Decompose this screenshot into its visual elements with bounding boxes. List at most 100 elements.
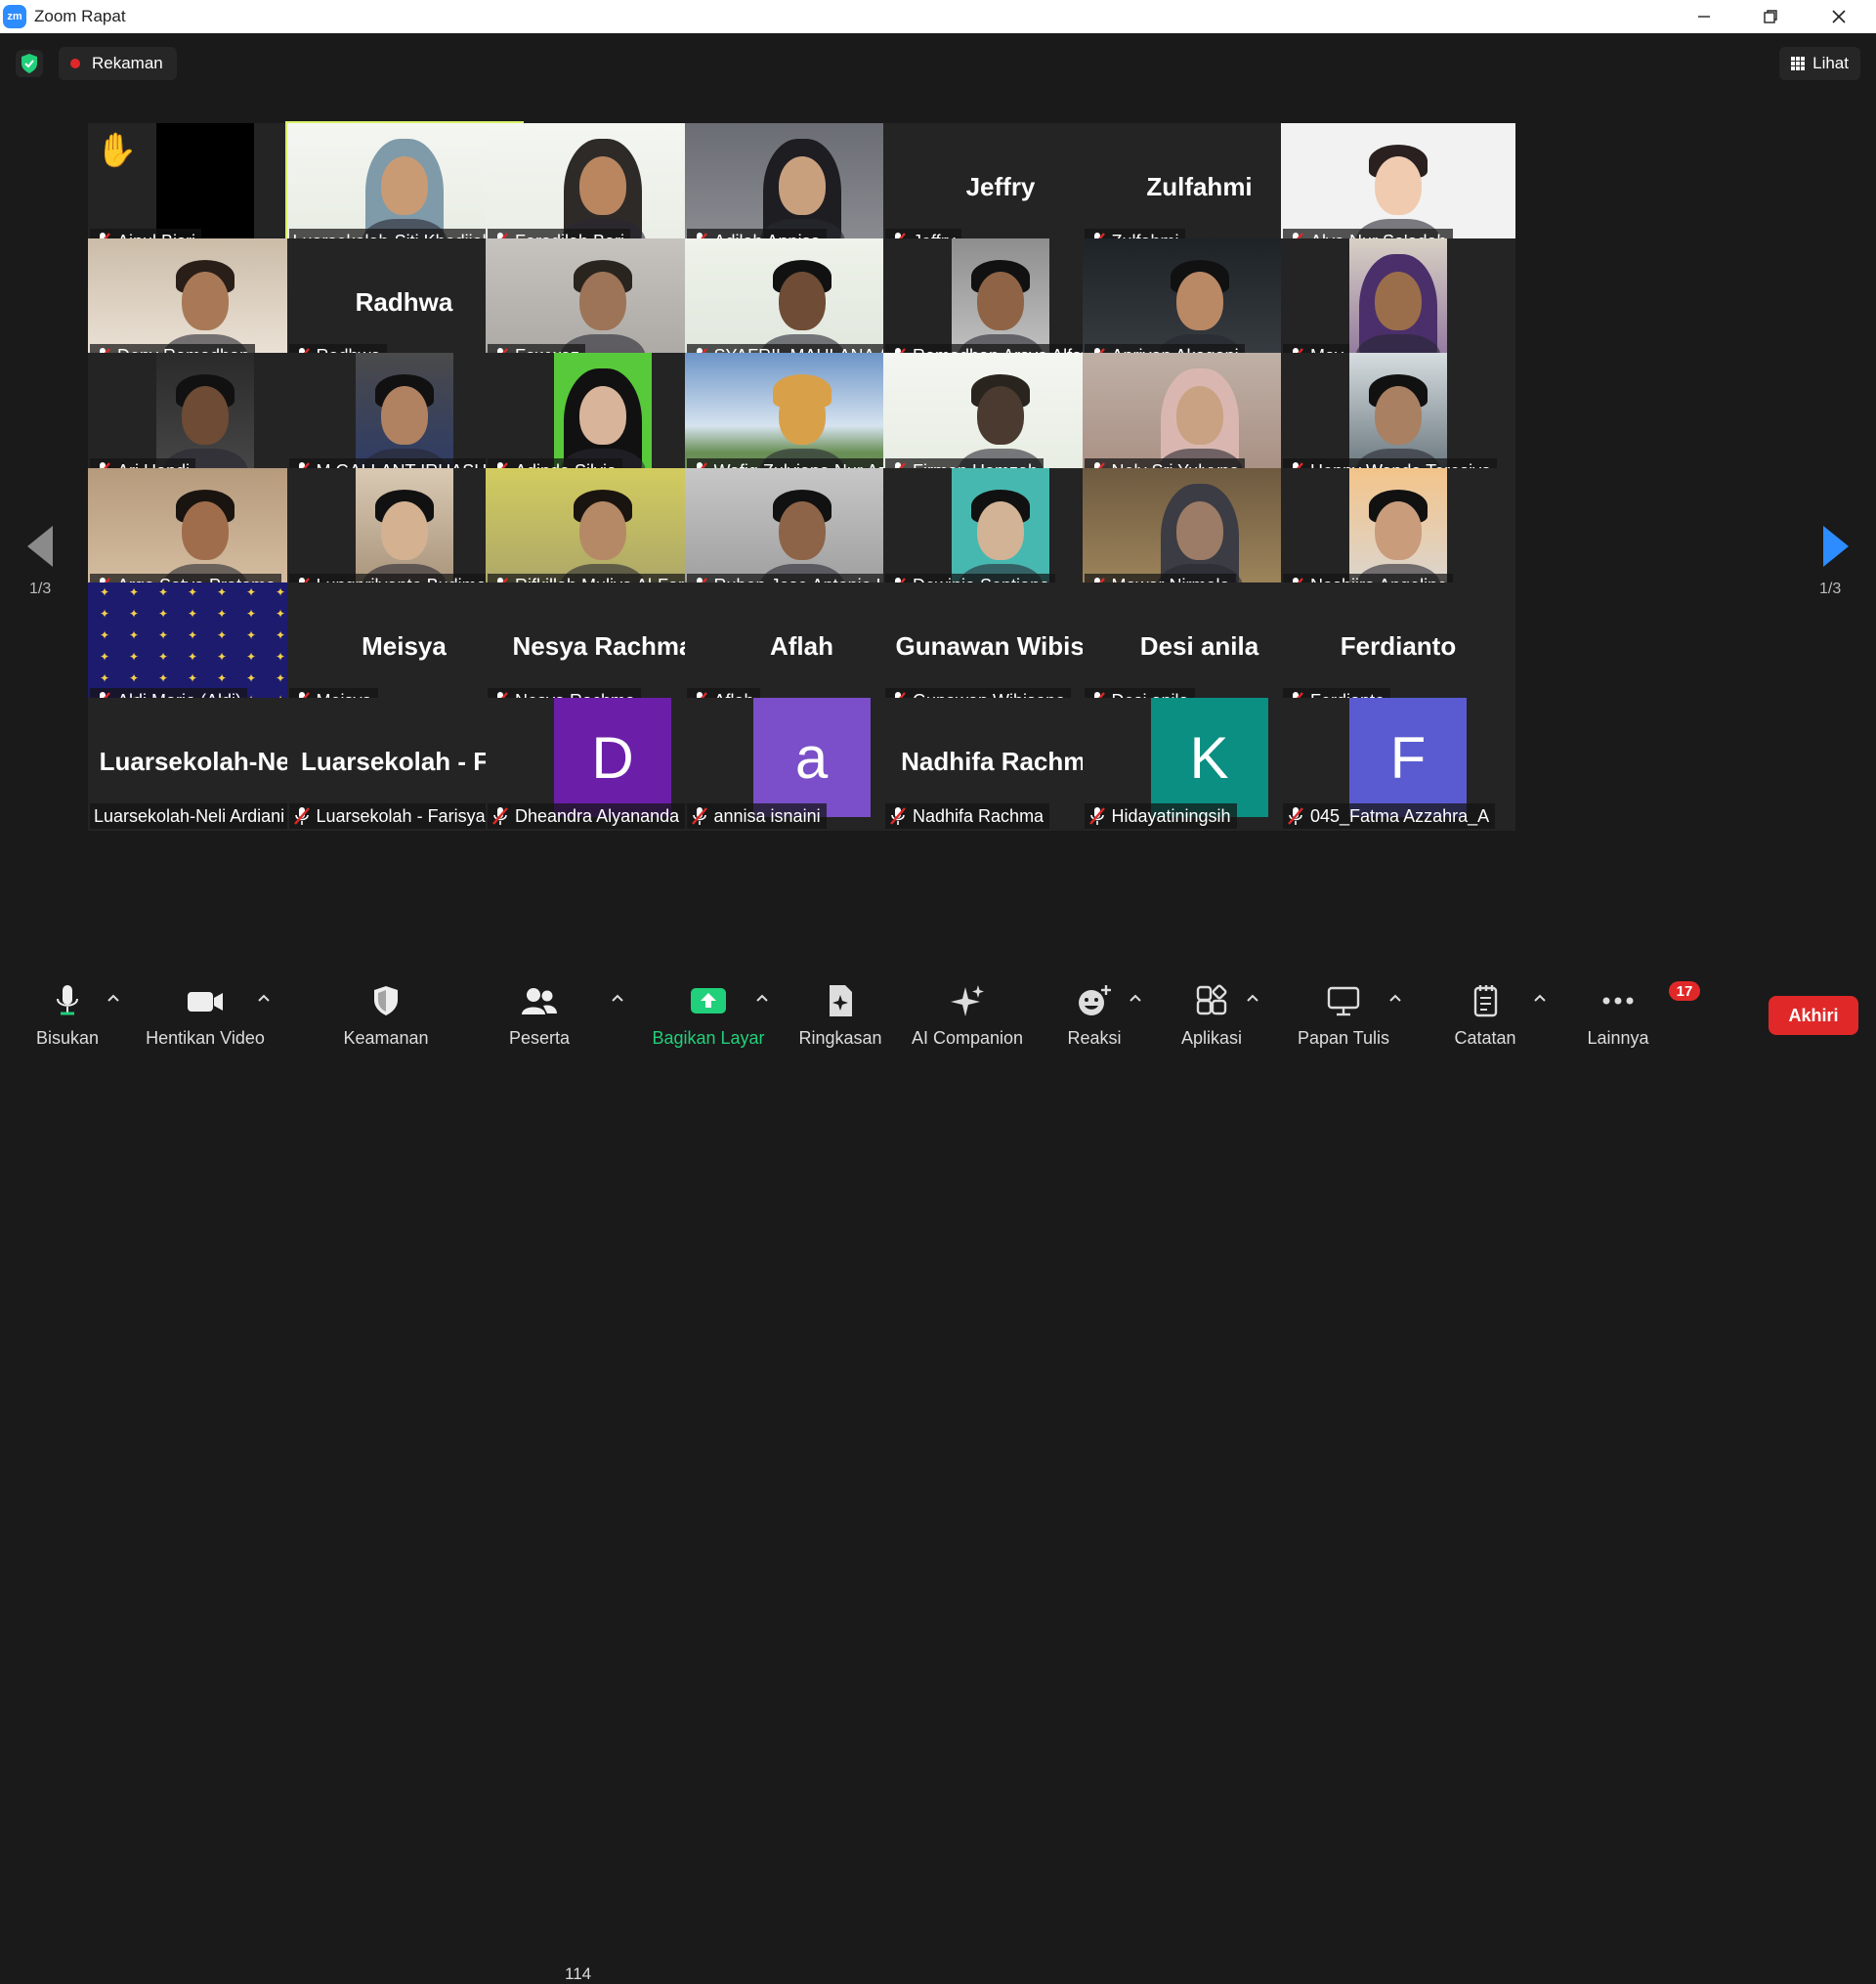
- svg-text:✦: ✦: [129, 607, 139, 621]
- page-indicator-left: 1/3: [29, 581, 52, 597]
- notes-label: Catatan: [1454, 1028, 1516, 1048]
- summary-button[interactable]: Ringkasan: [791, 981, 889, 1052]
- apps-button[interactable]: Aplikasi: [1172, 981, 1251, 1052]
- notes-button[interactable]: Catatan: [1446, 981, 1524, 1052]
- svg-text:✦: ✦: [217, 671, 227, 685]
- minimize-button[interactable]: [1675, 0, 1733, 33]
- whiteboard-button[interactable]: Papan Tulis: [1290, 981, 1397, 1052]
- apps-label: Aplikasi: [1180, 1028, 1243, 1048]
- microphone-icon: [46, 981, 89, 1020]
- stop-video-label: Hentikan Video: [146, 1028, 265, 1048]
- muted-microphone-icon: [1287, 806, 1304, 826]
- next-page-icon[interactable]: [1815, 522, 1855, 571]
- participant-name: annisa isnaini: [713, 805, 821, 826]
- svg-text:✦: ✦: [129, 650, 139, 664]
- end-meeting-button[interactable]: Akhiri: [1769, 996, 1858, 1035]
- participant-tile[interactable]: F 045_Fatma Azzahra_A: [1281, 698, 1515, 831]
- svg-text:✦: ✦: [188, 671, 197, 685]
- chevron-up-icon[interactable]: [106, 991, 121, 1005]
- close-icon: [1832, 10, 1846, 23]
- svg-text:✦: ✦: [158, 585, 168, 599]
- participant-tile[interactable]: May: [1281, 237, 1515, 371]
- participant-tile[interactable]: Nashiira Angeline: [1281, 467, 1515, 601]
- svg-text:✦: ✦: [158, 607, 168, 621]
- participant-avatar: D: [554, 698, 671, 817]
- window-title-bar: zm Zoom Rapat: [0, 0, 1876, 33]
- participant-tile[interactable]: FerdiantoFerdianto: [1281, 582, 1515, 716]
- svg-text:✦: ✦: [188, 628, 197, 642]
- svg-text:✦: ✦: [246, 671, 256, 685]
- whiteboard-icon: [1322, 981, 1365, 1020]
- restore-button[interactable]: [1741, 0, 1800, 33]
- participant-name-label: Nadhifa Rachma: [885, 803, 1050, 829]
- chevron-up-icon[interactable]: [754, 991, 770, 1005]
- ai-sparkle-icon: [946, 981, 989, 1020]
- recording-dot-icon: [70, 59, 80, 68]
- close-button[interactable]: [1810, 0, 1868, 33]
- svg-text:✦: ✦: [188, 607, 197, 621]
- chevron-up-icon[interactable]: [1532, 991, 1548, 1005]
- view-button[interactable]: Lihat: [1779, 47, 1860, 80]
- previous-page-icon[interactable]: [21, 522, 61, 571]
- participant-tile[interactable]: Henny Wanda Teresiya: [1281, 353, 1515, 487]
- svg-text:✦: ✦: [217, 585, 227, 599]
- summary-document-icon: [819, 981, 862, 1020]
- svg-text:✦: ✦: [276, 650, 285, 664]
- more-button[interactable]: Lainnya: [1579, 981, 1657, 1052]
- participants-count: 114: [565, 1964, 592, 1983]
- mute-button[interactable]: Bisukan: [25, 981, 109, 1052]
- participants-button[interactable]: Peserta: [500, 981, 578, 1052]
- participant-tile[interactable]: Alya Nur Sa'adah: [1281, 123, 1515, 256]
- muted-microphone-icon: [1088, 806, 1106, 826]
- recording-indicator[interactable]: Rekaman: [59, 47, 177, 80]
- share-screen-icon: [687, 981, 730, 1020]
- svg-text:✦: ✦: [246, 585, 256, 599]
- svg-text:✦: ✦: [217, 650, 227, 664]
- participant-name: Luarsekolah-Neli Ardiani: [94, 805, 285, 826]
- recording-label: Rekaman: [92, 54, 163, 72]
- reactions-label: Reaksi: [1067, 1028, 1122, 1048]
- participant-avatar: K: [1150, 698, 1268, 817]
- whiteboard-label: Papan Tulis: [1297, 1028, 1390, 1048]
- restore-icon: [1764, 10, 1777, 23]
- chevron-up-icon[interactable]: [1245, 991, 1260, 1005]
- svg-text:✦: ✦: [217, 607, 227, 621]
- security-shield-icon: [364, 981, 407, 1020]
- page-indicator-right: 1/3: [1819, 581, 1842, 597]
- svg-text:✦: ✦: [100, 628, 109, 642]
- view-label: Lihat: [1812, 54, 1849, 72]
- svg-text:✦: ✦: [129, 628, 139, 642]
- stop-video-button[interactable]: Hentikan Video: [137, 981, 274, 1052]
- chevron-up-icon[interactable]: [1128, 991, 1143, 1005]
- svg-text:✦: ✦: [100, 607, 109, 621]
- svg-text:✦: ✦: [276, 585, 285, 599]
- security-label: Keamanan: [343, 1028, 429, 1048]
- participant-name: Luarsekolah - Farisya ...: [316, 805, 505, 826]
- zoom-logo-icon: zm: [3, 5, 26, 28]
- chevron-up-icon[interactable]: [1387, 991, 1403, 1005]
- chevron-up-icon[interactable]: [256, 991, 272, 1005]
- svg-text:✦: ✦: [100, 671, 109, 685]
- mute-label: Bisukan: [35, 1028, 100, 1048]
- participant-video: [1349, 237, 1447, 371]
- participant-name: Hidayatiningsih: [1111, 805, 1231, 826]
- svg-text:✦: ✦: [158, 628, 168, 642]
- svg-text:✦: ✦: [158, 671, 168, 685]
- more-dots-icon: [1597, 981, 1640, 1020]
- ai-companion-button[interactable]: AI Companion: [899, 981, 1036, 1052]
- security-button[interactable]: Keamanan: [337, 981, 435, 1052]
- video-gallery: ✋Ainul BisriLuarsekolah-Siti KhodijahFar…: [88, 121, 1788, 964]
- participant-name-label: 045_Fatma Azzahra_A: [1283, 803, 1496, 829]
- svg-text:✦: ✦: [217, 628, 227, 642]
- svg-text:✦: ✦: [276, 607, 285, 621]
- share-screen-button[interactable]: Bagikan Layar: [645, 981, 772, 1052]
- meeting-toolbar: Bisukan Hentikan Video Keamanan Peserta …: [0, 973, 1876, 1983]
- reactions-button[interactable]: Reaksi: [1055, 981, 1133, 1052]
- encryption-shield-icon[interactable]: [16, 50, 43, 77]
- window-title: Zoom Rapat: [34, 7, 126, 25]
- participant-avatar: F: [1349, 698, 1467, 817]
- svg-text:✦: ✦: [158, 650, 168, 664]
- svg-text:✦: ✦: [100, 585, 109, 599]
- chevron-up-icon[interactable]: [610, 991, 625, 1005]
- apps-icon: [1190, 981, 1233, 1020]
